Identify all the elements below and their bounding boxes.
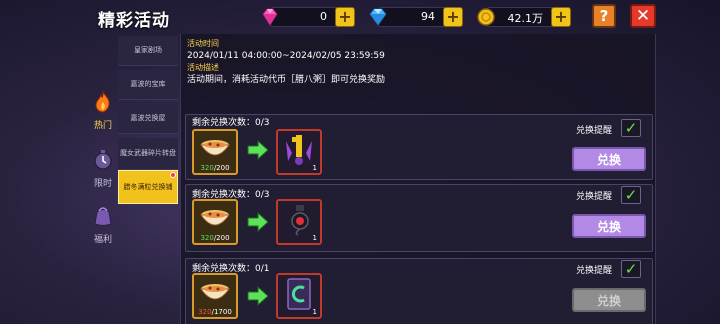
- tab-porridge-exchange[interactable]: 腊冬满粒兑换铺: [118, 170, 178, 204]
- add-gem-button[interactable]: +: [335, 7, 355, 27]
- reward-slot[interactable]: 1: [276, 199, 322, 245]
- side-nav-limited-label: 限时: [93, 179, 112, 189]
- gold-coin-icon: [477, 8, 495, 26]
- exchange-button[interactable]: 兑换: [572, 288, 646, 312]
- side-nav-welfare-label: 福利: [93, 235, 112, 245]
- reward-slot[interactable]: 1: [276, 273, 322, 319]
- tab-porridge-exchange-label: 腊冬满粒兑换铺: [123, 182, 173, 191]
- gift-bag-icon: [94, 207, 112, 226]
- reward-slot[interactable]: 1: [276, 129, 322, 175]
- tab-exchange-house-label: 嘉波兑换屋: [130, 114, 166, 123]
- tab-weapon-wheel-label: 魔女武器碎片转盘: [120, 149, 176, 158]
- top-bar: 精彩活动 0 + 94 + 42.1万 + ? ✕: [0, 0, 720, 34]
- help-button[interactable]: ?: [592, 4, 616, 28]
- cost-count: 320/200: [200, 234, 230, 242]
- tab-weapon-wheel[interactable]: 魔女武器碎片转盘: [118, 138, 178, 170]
- porridge-bowl-icon: [200, 284, 230, 300]
- fire-icon: [95, 90, 110, 113]
- cost-count: 320/200: [200, 164, 230, 172]
- add-diamond-button[interactable]: +: [443, 7, 463, 27]
- side-nav-hot-label: 热门: [93, 121, 112, 131]
- event-time-heading: 活动时间: [187, 39, 219, 48]
- porridge-bowl-icon: [200, 210, 230, 226]
- coin-counter: 42.1万 +: [477, 7, 571, 27]
- add-coin-button[interactable]: +: [551, 7, 571, 27]
- coin-value: 42.1万: [507, 12, 544, 25]
- tab-exchange-house[interactable]: 嘉波兑换屋: [118, 104, 178, 134]
- cost-slot: 320/1700: [192, 273, 238, 319]
- remind-label: 兑换提醒: [576, 126, 613, 136]
- remind-label: 兑换提醒: [576, 192, 613, 202]
- event-info: 活动时间 2024/01/11 04:00:00~2024/02/05 23:5…: [187, 38, 385, 86]
- exchange-card: 剩余兑换次数：0/1 320/1700 1 兑换提醒 ✓ 兑换: [185, 258, 653, 324]
- gem-counter: 0 +: [262, 7, 355, 27]
- event-desc-value: 活动期间，消耗活动代币［腊八粥］即可兑换奖励: [187, 75, 386, 85]
- arrow-right-icon: [247, 211, 269, 233]
- remind-checkbox[interactable]: ✓: [621, 119, 641, 137]
- side-nav-welfare[interactable]: 福利: [86, 204, 120, 245]
- arrow-right-icon: [247, 285, 269, 307]
- tab-royal-theater[interactable]: 皇家剧场: [118, 36, 178, 66]
- clock-icon: [94, 150, 112, 170]
- blue-diamond-icon: [369, 8, 387, 26]
- gem-value: 0: [320, 10, 327, 23]
- tab-royal-theater-label: 皇家剧场: [134, 46, 162, 55]
- arrow-right-icon: [247, 139, 269, 161]
- notification-dot: [170, 172, 176, 178]
- exchange-card: 剩余兑换次数：0/3 320/200 1 兑换提醒 ✓ 兑换: [185, 184, 653, 252]
- close-button[interactable]: ✕: [630, 4, 656, 28]
- exchange-panel: 活动时间 2024/01/11 04:00:00~2024/02/05 23:5…: [180, 34, 656, 324]
- remind-checkbox[interactable]: ✓: [621, 186, 641, 204]
- event-desc-heading: 活动描述: [187, 63, 219, 72]
- cost-slot: 320/200: [192, 129, 238, 175]
- exchange-button[interactable]: 兑换: [572, 214, 646, 238]
- exchange-button[interactable]: 兑换: [572, 147, 646, 171]
- cost-count: 320/1700: [198, 308, 232, 316]
- side-nav-limited[interactable]: 限时: [86, 148, 120, 189]
- remind-label: 兑换提醒: [576, 266, 613, 276]
- reward-qty: 1: [312, 164, 317, 172]
- side-nav-hot[interactable]: 热门: [86, 90, 120, 131]
- diamond-value: 94: [421, 10, 435, 23]
- event-time-value: 2024/01/11 04:00:00~2024/02/05 23:59:59: [187, 51, 385, 61]
- tab-treasury-label: 嘉波的宝库: [130, 80, 166, 89]
- pink-gem-icon: [262, 8, 278, 26]
- diamond-counter: 94 +: [369, 7, 463, 27]
- page-title: 精彩活动: [98, 11, 170, 31]
- reward-qty: 1: [312, 234, 317, 242]
- tab-treasury[interactable]: 嘉波的宝库: [118, 70, 178, 100]
- remaining-count: 剩余兑换次数：0/3: [192, 118, 270, 128]
- porridge-bowl-icon: [200, 140, 230, 156]
- exchange-card: 剩余兑换次数：0/3 320/200 1 兑换提醒 ✓ 兑换: [185, 114, 653, 180]
- reward-qty: 1: [312, 308, 317, 316]
- remind-checkbox[interactable]: ✓: [621, 260, 641, 278]
- cost-slot: 320/200: [192, 199, 238, 245]
